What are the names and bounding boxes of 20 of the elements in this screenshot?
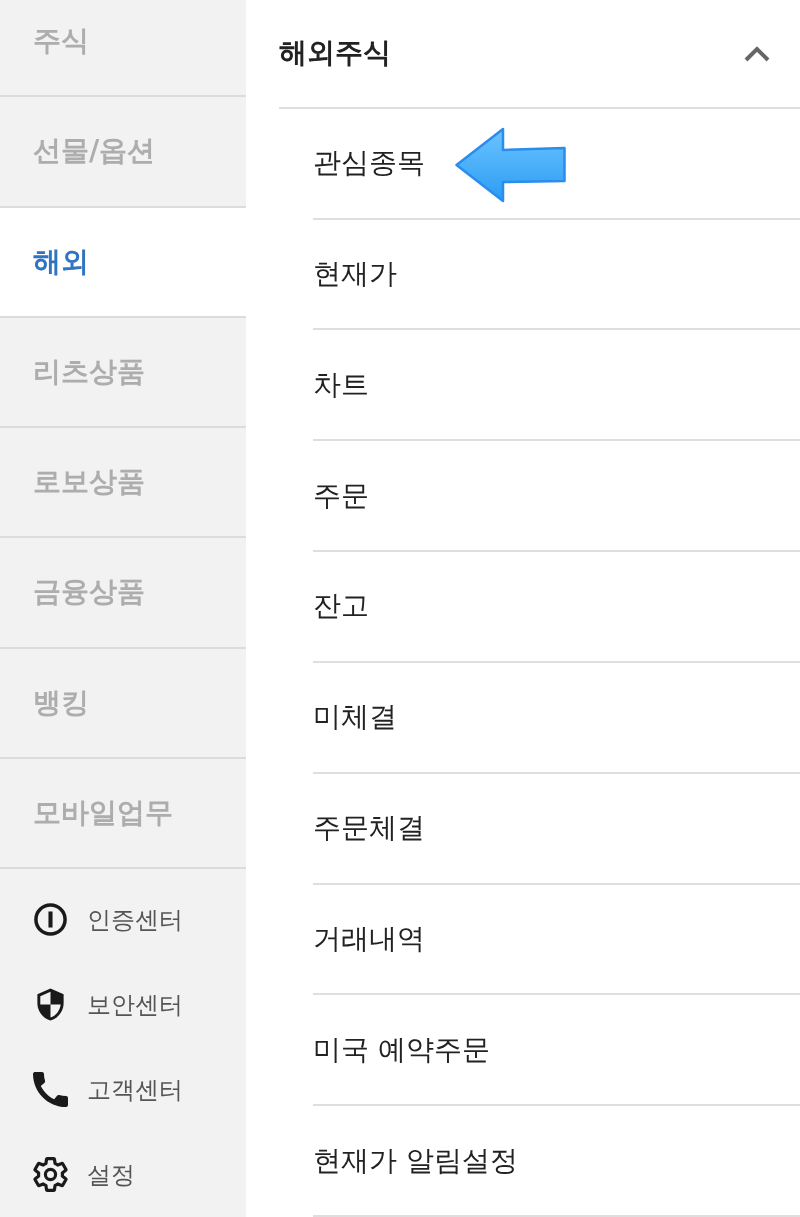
menu-item[interactable]: 잔고	[313, 552, 800, 663]
phone-icon	[33, 1072, 68, 1107]
menu-item[interactable]: 미체결	[313, 662, 800, 774]
menu-item[interactable]: 미국 예약주문	[313, 995, 800, 1107]
chevron-up-icon[interactable]	[744, 44, 770, 62]
sidebar-link[interactable]: 설정	[0, 1132, 246, 1217]
settings-icon	[33, 1157, 68, 1192]
menu-item[interactable]: 현재가 알림설정	[313, 1106, 800, 1217]
menu-item[interactable]: 현재가	[313, 219, 800, 331]
power-icon	[33, 902, 68, 937]
menu-item[interactable]: 관심종목	[313, 108, 800, 220]
menu-item[interactable]: 거래내역	[313, 884, 800, 996]
sidebar-link[interactable]: 인증센터	[0, 877, 246, 962]
menu-item[interactable]: 차트	[313, 330, 800, 442]
menu-item[interactable]: 주문	[313, 441, 800, 553]
sidebar-item[interactable]: 해외	[0, 207, 246, 318]
sidebar-link[interactable]: 고객센터	[0, 1047, 246, 1132]
section-title: 해외주식	[279, 35, 391, 72]
sidebar-link[interactable]: 보안센터	[0, 962, 246, 1047]
menu-item[interactable]: 주문체결	[313, 773, 800, 885]
